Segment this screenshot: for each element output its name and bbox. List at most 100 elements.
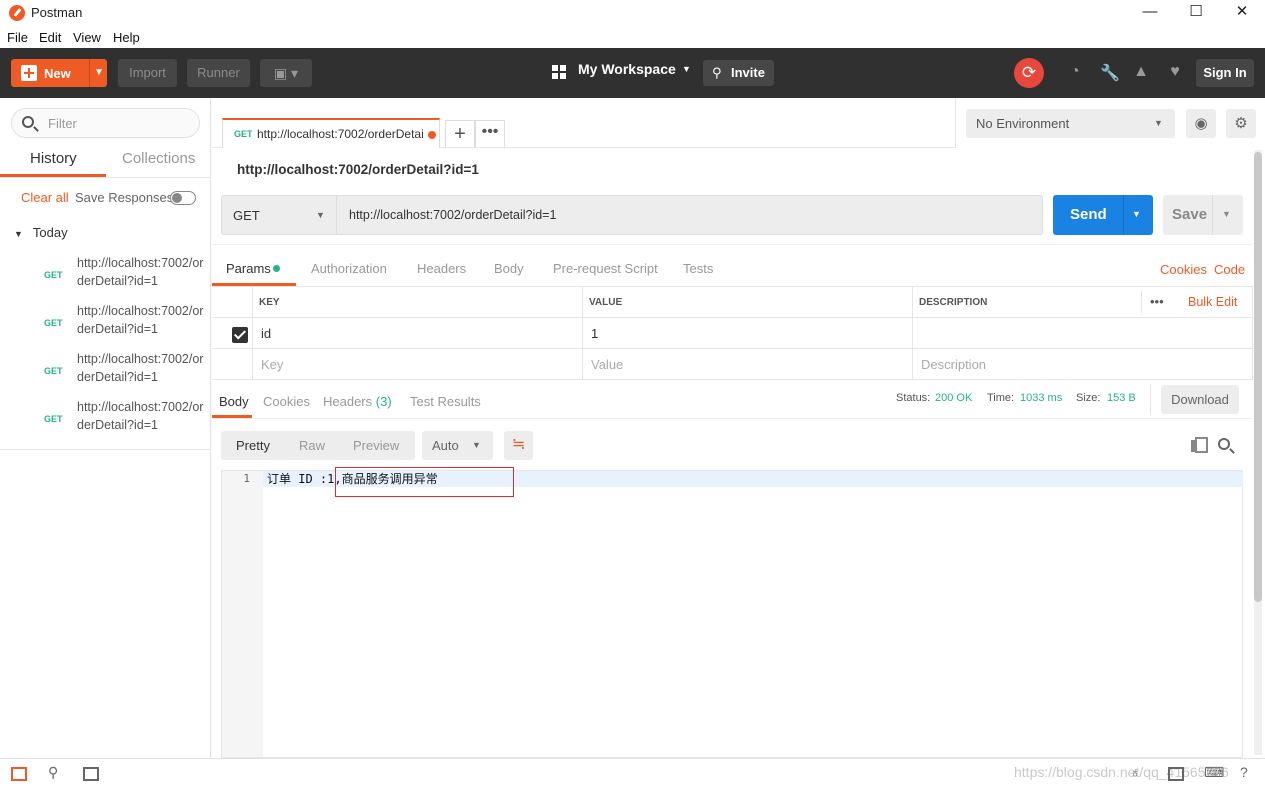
send-dropdown-caret-icon[interactable]: ▼	[1132, 209, 1141, 219]
menu-view[interactable]: View	[73, 30, 101, 45]
new-button[interactable]: New ▼	[11, 59, 107, 87]
response-tab-cookies[interactable]: Cookies	[263, 394, 310, 409]
invite-button[interactable]: ⚲ Invite	[703, 60, 774, 86]
save-divider	[1212, 195, 1213, 235]
save-dropdown-caret-icon[interactable]: ▼	[1222, 209, 1231, 219]
maximize-button[interactable]: ☐	[1173, 0, 1219, 26]
add-tab-button[interactable]: +	[445, 120, 475, 148]
copy-icon[interactable]	[1191, 437, 1208, 453]
param-key-input[interactable]: id	[253, 318, 583, 349]
new-param-description-input[interactable]: Description	[913, 349, 1253, 380]
response-headers-count: (3)	[375, 394, 392, 409]
response-tab-headers[interactable]: Headers (3)	[323, 394, 392, 409]
menu-help[interactable]: Help	[113, 30, 140, 45]
gear-icon[interactable]: ⚙	[1226, 109, 1256, 138]
import-button[interactable]: Import	[118, 59, 177, 87]
tab-headers[interactable]: Headers	[417, 261, 466, 276]
window-title: Postman	[31, 5, 83, 20]
history-group-today[interactable]: ▼ Today	[14, 225, 68, 240]
close-button[interactable]: ✕	[1219, 0, 1265, 26]
param-enabled-checkbox[interactable]	[232, 327, 248, 343]
title-bar: Postman — ☐ ✕	[0, 0, 1265, 26]
response-tab-test-results[interactable]: Test Results	[410, 394, 481, 409]
vertical-scrollbar[interactable]	[1254, 150, 1262, 755]
new-button-label: New	[44, 66, 71, 81]
sidebar: Filter History Collections Clear all Sav…	[0, 98, 211, 758]
response-tab-body[interactable]: Body	[219, 394, 249, 409]
response-tabs-divider	[212, 418, 1253, 419]
console-icon[interactable]	[83, 767, 99, 781]
history-item[interactable]: GET http://localhost:7002/orderDetail?id…	[0, 398, 210, 446]
wrench-icon[interactable]: 🔧	[1100, 63, 1120, 83]
params-more-icon[interactable]: •••	[1150, 294, 1164, 309]
sign-in-button[interactable]: Sign In	[1196, 59, 1254, 87]
keyboard-icon[interactable]: ⌨	[1204, 764, 1224, 780]
minimize-button[interactable]: —	[1127, 0, 1173, 26]
history-item-url: http://localhost:7002/orderDetail?id=1	[77, 304, 204, 336]
download-button[interactable]: Download	[1161, 385, 1239, 414]
format-preview-button[interactable]: Preview	[353, 438, 399, 453]
response-body-editor[interactable]: 1 订单 ID :1,商品服务调用异常	[221, 467, 1243, 758]
history-item[interactable]: GET http://localhost:7002/orderDetail?id…	[0, 254, 210, 302]
new-window-button[interactable]: ▣ ▾	[260, 59, 312, 87]
response-headers-label: Headers	[323, 394, 373, 409]
history-item[interactable]: GET http://localhost:7002/orderDetail?id…	[0, 302, 210, 350]
format-pretty-button[interactable]: Pretty	[236, 438, 270, 453]
param-value-input[interactable]: 1	[583, 318, 913, 349]
runner-button[interactable]: Runner	[187, 59, 250, 87]
request-tab[interactable]: GET http://localhost:7002/orderDetai	[222, 118, 440, 148]
save-responses-label: Save Responses	[75, 190, 174, 205]
new-dropdown-caret-icon[interactable]: ▼	[94, 67, 104, 78]
eye-icon[interactable]: ◉	[1186, 109, 1216, 138]
history-item-url: http://localhost:7002/orderDetail?id=1	[77, 256, 204, 288]
menu-edit[interactable]: Edit	[39, 30, 61, 45]
url-input[interactable]: http://localhost:7002/orderDetail?id=1	[337, 195, 1043, 235]
environment-select[interactable]: No Environment ▼	[966, 109, 1175, 138]
method-select[interactable]: GET ▼	[221, 195, 337, 235]
tab-authorization[interactable]: Authorization	[311, 261, 387, 276]
tab-tests[interactable]: Tests	[683, 261, 713, 276]
tab-params[interactable]: Params	[226, 261, 271, 276]
history-item[interactable]: GET http://localhost:7002/orderDetail?id…	[0, 350, 210, 398]
tab-pre-request-script[interactable]: Pre-request Script	[553, 261, 658, 276]
line-number-gutter	[222, 471, 263, 757]
clear-all-link[interactable]: Clear all	[21, 190, 69, 205]
params-table: KEY VALUE DESCRIPTION ••• Bulk Edit id 1…	[212, 286, 1253, 380]
request-tab-title: http://localhost:7002/orderDetai	[257, 127, 423, 141]
bulk-edit-link[interactable]: Bulk Edit	[1188, 295, 1237, 309]
find-icon[interactable]: ⚲	[48, 764, 64, 780]
menu-file[interactable]: File	[7, 30, 28, 45]
send-button[interactable]: Send ▼	[1053, 195, 1153, 235]
new-param-value-input[interactable]: Value	[583, 349, 913, 380]
tab-body[interactable]: Body	[494, 261, 524, 276]
search-icon[interactable]	[1218, 438, 1230, 450]
language-select[interactable]: Auto ▼	[422, 431, 493, 460]
add-user-icon: ⚲	[712, 65, 722, 80]
help-icon[interactable]: ?	[1240, 764, 1256, 780]
new-param-key-input[interactable]: Key	[253, 349, 583, 380]
filter-input[interactable]: Filter	[11, 108, 200, 138]
params-header-key: KEY	[253, 287, 583, 318]
cookies-link[interactable]: Cookies	[1160, 262, 1207, 277]
workspace-label: My Workspace	[578, 61, 676, 77]
status-label: Status:	[896, 392, 931, 404]
save-responses-toggle[interactable]	[170, 191, 196, 205]
scrollbar-thumb[interactable]	[1254, 152, 1262, 602]
param-description-input[interactable]	[913, 318, 1253, 349]
save-button[interactable]: Save ▼	[1163, 195, 1243, 235]
two-pane-view-icon[interactable]	[1168, 767, 1184, 781]
menu-bar: File Edit View Help	[0, 26, 1265, 48]
bootcamp-icon[interactable]: ♁	[1130, 764, 1146, 780]
satellite-icon[interactable]: ◔	[1065, 63, 1085, 81]
format-raw-button[interactable]: Raw	[299, 438, 325, 453]
toggle-sidebar-icon[interactable]	[11, 767, 27, 781]
code-link[interactable]: Code	[1214, 262, 1245, 277]
status-bar: ⚲ https://blog.csdn.net/qq_41565786 ♁ ⌨ …	[0, 758, 1265, 789]
tab-collections[interactable]: Collections	[122, 150, 195, 167]
more-tabs-button[interactable]: •••	[475, 120, 505, 148]
sync-icon[interactable]: ⟳	[1014, 58, 1044, 88]
tab-history[interactable]: History	[30, 150, 77, 167]
wrap-lines-icon[interactable]: ≒	[504, 431, 533, 460]
heart-icon[interactable]: ♥	[1165, 63, 1185, 81]
bell-icon[interactable]: ▲	[1131, 63, 1151, 81]
